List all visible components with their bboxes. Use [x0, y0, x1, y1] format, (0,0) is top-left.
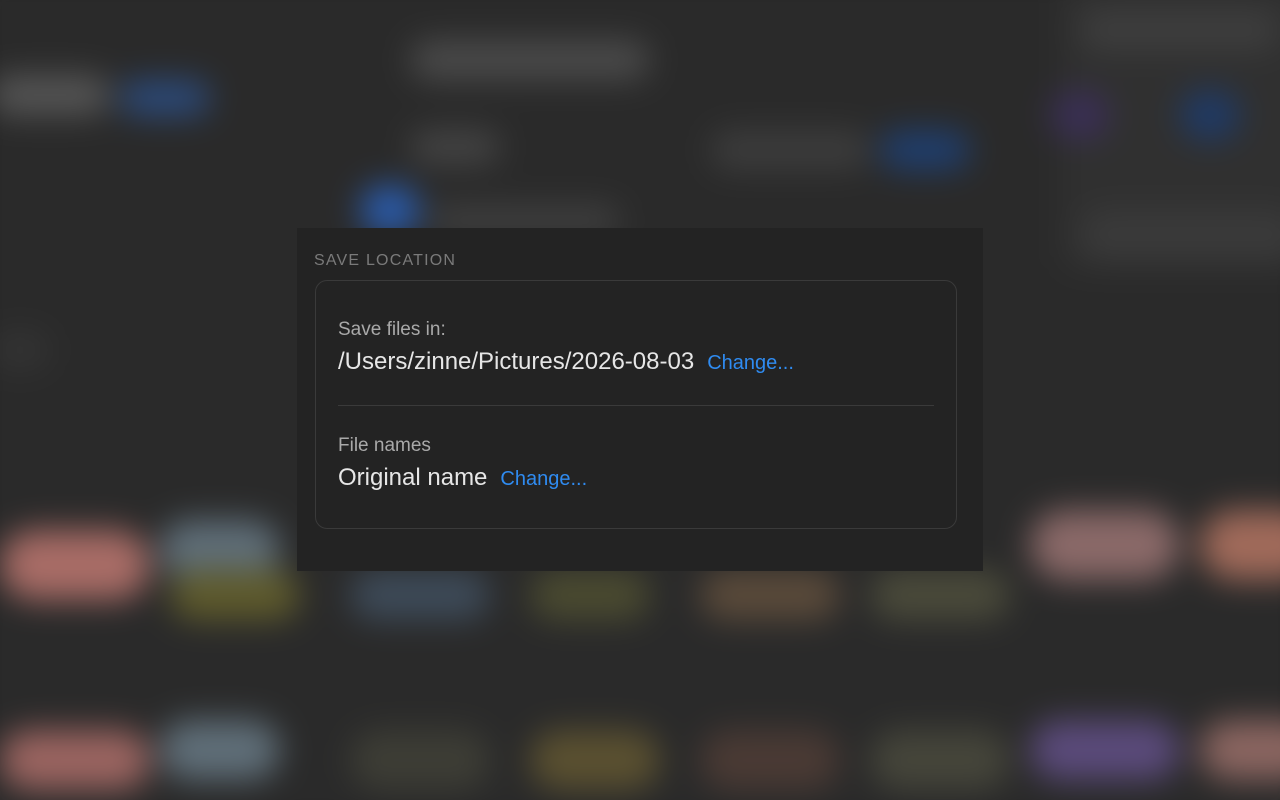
background-shape	[1080, 10, 1280, 50]
background-shape	[410, 130, 500, 164]
background-shape	[1200, 720, 1280, 780]
screen: SAVE LOCATION Save files in: /Users/zinn…	[0, 0, 1280, 800]
background-shape	[1180, 90, 1240, 140]
background-shape	[0, 330, 50, 370]
background-shape	[1200, 510, 1280, 580]
background-shape	[160, 720, 280, 780]
change-folder-link[interactable]: Change...	[707, 352, 794, 375]
background-shape	[1080, 210, 1280, 260]
background-shape	[870, 570, 1010, 620]
background-shape	[1050, 90, 1110, 140]
background-shape	[1030, 510, 1180, 580]
file-names-value: Original name	[338, 464, 488, 491]
file-names-row: File names Original name Change...	[338, 433, 934, 492]
background-shape	[870, 730, 1010, 790]
background-shape	[410, 40, 650, 80]
save-folder-path: /Users/zinne/Pictures/2026-08-03	[338, 348, 695, 375]
background-shape	[170, 570, 300, 620]
file-names-value-line: Original name Change...	[338, 464, 934, 492]
background-shape	[350, 730, 490, 790]
background-shape	[0, 530, 150, 600]
background-shape	[0, 75, 110, 115]
save-folder-value-line: /Users/zinne/Pictures/2026-08-03 Change.…	[338, 348, 934, 376]
background-shape	[530, 730, 660, 790]
background-shape	[700, 570, 840, 620]
background-shape	[530, 570, 650, 620]
save-folder-label: Save files in:	[338, 319, 446, 340]
background-shape	[700, 730, 840, 790]
background-shape	[880, 130, 970, 170]
change-file-names-link[interactable]: Change...	[500, 468, 587, 491]
divider	[338, 405, 934, 406]
background-shape	[1030, 720, 1180, 780]
background-shape	[0, 730, 150, 790]
background-shape	[350, 570, 490, 620]
save-location-card: Save files in: /Users/zinne/Pictures/202…	[315, 280, 957, 529]
section-heading: SAVE LOCATION	[314, 252, 457, 269]
background-shape	[710, 130, 870, 170]
save-location-panel: SAVE LOCATION Save files in: /Users/zinn…	[297, 228, 983, 571]
save-folder-row: Save files in: /Users/zinne/Pictures/202…	[338, 317, 934, 376]
file-names-label: File names	[338, 435, 431, 456]
background-shape	[120, 80, 210, 116]
